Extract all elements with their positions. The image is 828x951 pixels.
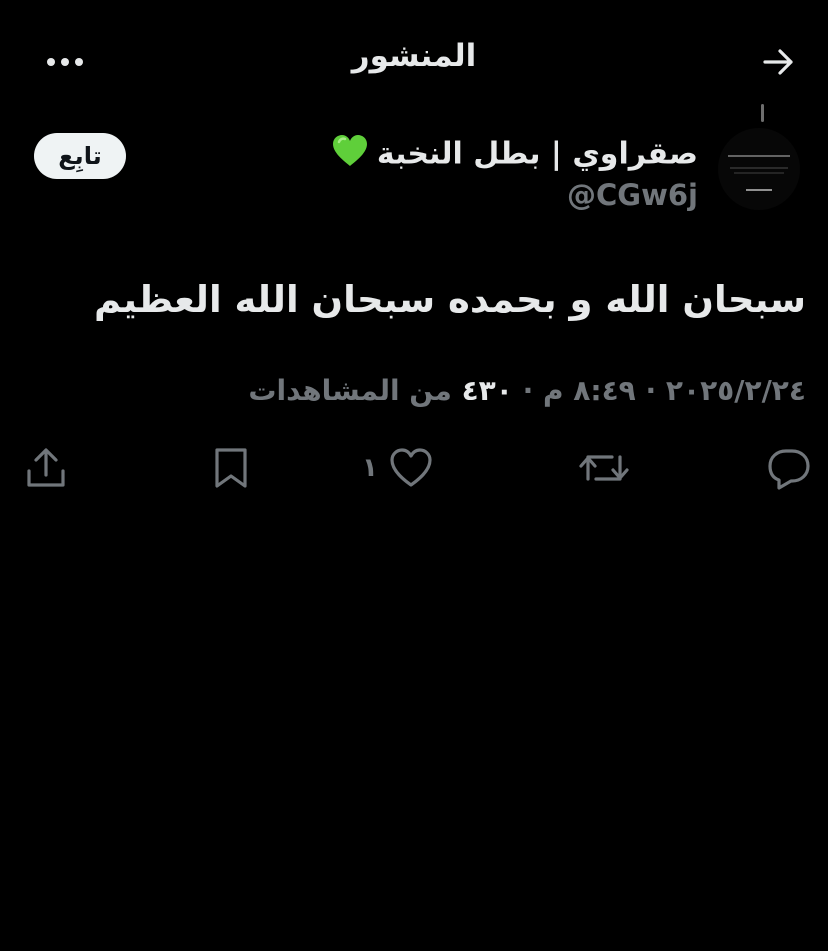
- author-name-text: صقراوي | بطل النخبة: [376, 136, 698, 172]
- reply-icon: [768, 449, 810, 490]
- meta-separator: ·: [522, 374, 534, 407]
- like-button[interactable]: ١: [362, 440, 434, 496]
- arrow-right-icon: [763, 49, 793, 75]
- more-horizontal-icon: [47, 58, 83, 66]
- avatar[interactable]: [718, 128, 800, 210]
- bookmark-icon: [215, 448, 247, 488]
- avatar-image: [718, 128, 800, 210]
- page-title: المنشور: [351, 38, 477, 74]
- top-bar: المنشور: [0, 0, 828, 120]
- share-icon: [27, 448, 65, 487]
- more-options-button[interactable]: [40, 40, 90, 84]
- post-metadata: ٢٠٢٥/٢/٢٤ · ٨:٤٩ م · ٤٣٠ من المشاهدات: [26, 374, 806, 407]
- green-heart-icon: [331, 134, 369, 176]
- post-text: سبحان الله و بحمده سبحان الله العظيم: [94, 278, 806, 321]
- follow-button[interactable]: تابِع: [34, 133, 126, 179]
- avatar-indicator: [761, 104, 764, 122]
- reply-button[interactable]: [766, 440, 812, 496]
- post-actions-bar: ١: [0, 440, 828, 500]
- repost-button[interactable]: [578, 440, 630, 496]
- repost-icon: [579, 455, 629, 481]
- post-date: ٢٠٢٥/٢/٢٤: [665, 374, 806, 407]
- back-button[interactable]: [757, 40, 801, 84]
- views-label[interactable]: من المشاهدات: [248, 374, 452, 407]
- author-handle[interactable]: @CGw6j: [567, 178, 698, 212]
- views-count[interactable]: ٤٣٠: [462, 374, 513, 407]
- like-count: ١: [362, 453, 378, 483]
- like-heart-icon: [390, 448, 432, 487]
- post-time: ٨:٤٩ م: [543, 374, 636, 407]
- meta-separator: ·: [645, 374, 657, 407]
- author-display-name[interactable]: صقراوي | بطل النخبة: [331, 134, 698, 176]
- share-button[interactable]: [24, 440, 68, 496]
- bookmark-button[interactable]: [210, 440, 252, 496]
